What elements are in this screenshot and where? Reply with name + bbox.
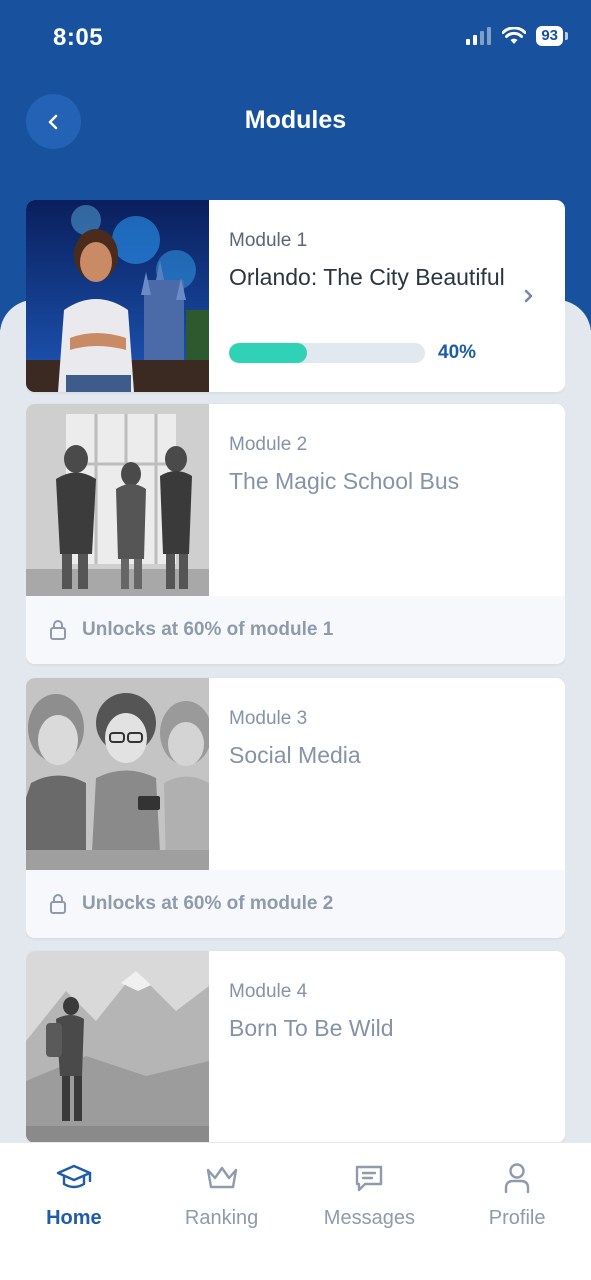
module-2-image	[26, 404, 209, 596]
module-4-image	[26, 951, 209, 1142]
status-bar: 8:05 93	[0, 0, 591, 76]
tab-messages[interactable]: Messages	[296, 1143, 444, 1280]
status-time: 8:05	[53, 24, 104, 51]
cellular-signal-icon	[466, 27, 492, 45]
module-card-1[interactable]: Module 1 Orlando: The City Beautiful 40%	[26, 200, 565, 392]
tab-label: Messages	[323, 1207, 415, 1229]
chevron-right-icon	[524, 289, 533, 303]
tab-label: Profile	[488, 1207, 546, 1229]
module-title: Social Media	[229, 742, 361, 768]
tab-profile[interactable]: Profile	[443, 1143, 591, 1280]
lock-text: Unlocks at 60% of module 2	[82, 893, 334, 914]
module-title: Orlando: The City Beautiful	[229, 264, 505, 290]
tab-bar: Home Ranking Messages Profile	[0, 1142, 591, 1280]
lock-status: Unlocks at 60% of module 2	[26, 870, 565, 938]
module-number: Module 1	[229, 230, 308, 251]
lock-icon	[50, 894, 66, 914]
progress-percent: 40%	[438, 342, 477, 363]
module-number: Module 4	[229, 981, 308, 1002]
progress-track	[229, 343, 425, 363]
module-title: Born To Be Wild	[229, 1015, 394, 1041]
battery-indicator: 93	[536, 26, 568, 46]
graduation-cap-icon	[56, 1164, 92, 1189]
crown-icon	[206, 1166, 237, 1189]
module-progress: 40%	[229, 342, 476, 364]
status-icons: 93	[466, 26, 568, 46]
tab-label: Ranking	[184, 1207, 259, 1229]
module-number: Module 2	[229, 434, 308, 455]
lock-status: Unlocks at 60% of module 1	[26, 596, 565, 664]
module-3-image	[26, 678, 209, 870]
tab-ranking[interactable]: Ranking	[148, 1143, 296, 1280]
lock-text: Unlocks at 60% of module 1	[82, 619, 334, 640]
module-card-3[interactable]: Module 3 Social Media Unlocks at 60% of …	[26, 678, 565, 938]
page-title: Modules	[244, 106, 347, 134]
module-card-4[interactable]: Module 4 Born To Be Wild	[26, 951, 565, 1142]
user-icon	[504, 1163, 530, 1194]
module-number: Module 3	[229, 708, 308, 729]
progress-fill	[229, 343, 308, 363]
wifi-icon	[502, 27, 527, 44]
module-1-image	[26, 200, 209, 392]
module-list[interactable]: Module 1 Orlando: The City Beautiful 40%	[26, 200, 565, 1142]
tab-label: Home	[46, 1207, 102, 1229]
message-icon	[356, 1165, 383, 1192]
lock-icon	[50, 620, 66, 640]
module-card-2[interactable]: Module 2 The Magic School Bus Unlocks at…	[26, 404, 565, 664]
tab-home[interactable]: Home	[0, 1143, 148, 1280]
module-title: The Magic School Bus	[229, 468, 460, 494]
